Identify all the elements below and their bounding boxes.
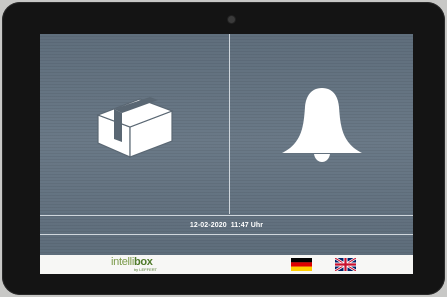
uk-flag-icon[interactable] (334, 256, 357, 273)
bell-icon (281, 88, 362, 162)
tablet-bezel: 12-02-2020 11:47 Uhr intellibox by LEFFE… (2, 2, 445, 295)
datetime-display: 12-02-2020 11:47 Uhr (40, 217, 413, 233)
kiosk-screen: 12-02-2020 11:47 Uhr intellibox by LEFFE… (40, 34, 413, 274)
footer-bar: intellibox by LEFFERT (40, 255, 413, 274)
time-text: 11:47 Uhr (230, 221, 264, 229)
camera-lens (228, 16, 235, 23)
intellibox-logo: intellibox by LEFFERT (111, 257, 159, 272)
logo-byline: by LEFFERT (133, 267, 157, 272)
date-text: 12-02-2020 (189, 221, 227, 229)
german-flag-icon[interactable] (291, 258, 312, 271)
parcel-tile[interactable] (40, 34, 229, 214)
status-divider-bottom (40, 234, 413, 235)
bell-tile[interactable] (230, 34, 413, 214)
status-divider-top (40, 215, 413, 216)
package-box-icon (95, 97, 174, 158)
